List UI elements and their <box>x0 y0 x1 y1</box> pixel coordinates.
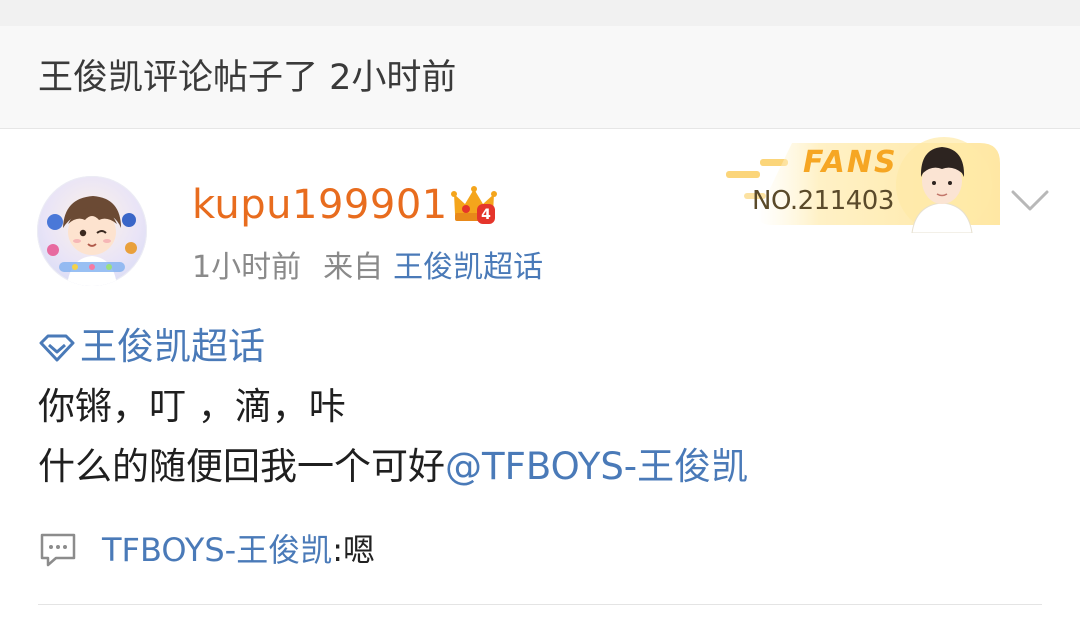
reply-author-link[interactable]: TFBOYS-王俊凯 <box>102 531 332 569</box>
post-meta: 1小时前 来自 王俊凯超话 <box>192 248 543 288</box>
reply-text: 嗯 <box>342 531 375 569</box>
reply-separator: : <box>332 531 343 569</box>
topic-link[interactable]: 王俊凯超话 <box>38 322 265 372</box>
notice-text: 王俊凯评论帖子了 2小时前 <box>38 58 457 98</box>
comment-notice-bar[interactable]: 王俊凯评论帖子了 2小时前 <box>0 26 1080 129</box>
post-body-text: 什么的随便回我一个可好 <box>38 445 445 488</box>
topic-label: 王俊凯超话 <box>80 325 265 368</box>
fans-badge-label: FANS <box>803 145 898 180</box>
crown-level: 4 <box>481 207 491 223</box>
via-label: 来自 <box>323 250 384 285</box>
divider <box>38 604 1042 605</box>
post-body-line-2: 什么的随便回我一个可好@TFBOYS-王俊凯 <box>38 442 748 492</box>
chevron-down-icon[interactable] <box>1010 187 1050 215</box>
avatar[interactable] <box>37 176 147 286</box>
diamond-icon <box>39 334 75 362</box>
fans-badge-number: NO.211403 <box>752 186 894 216</box>
post-body-line-1: 你锵，叮 ，滴，咔 <box>38 385 346 428</box>
username-link[interactable]: kupu199901 <box>192 179 448 231</box>
status-band <box>0 0 1080 26</box>
via-source-link[interactable]: 王俊凯超话 <box>393 250 543 285</box>
comment-icon <box>40 533 76 567</box>
crown-icon[interactable]: 4 <box>451 184 497 226</box>
post-time: 1小时前 <box>192 250 302 285</box>
mention-link[interactable]: @TFBOYS-王俊凯 <box>445 445 748 488</box>
post-card: kupu199901 4 1小时前 来自 王俊凯超话 FANS NO.21140… <box>0 129 1080 617</box>
reply-row[interactable]: TFBOYS-王俊凯:嗯 <box>38 527 375 573</box>
